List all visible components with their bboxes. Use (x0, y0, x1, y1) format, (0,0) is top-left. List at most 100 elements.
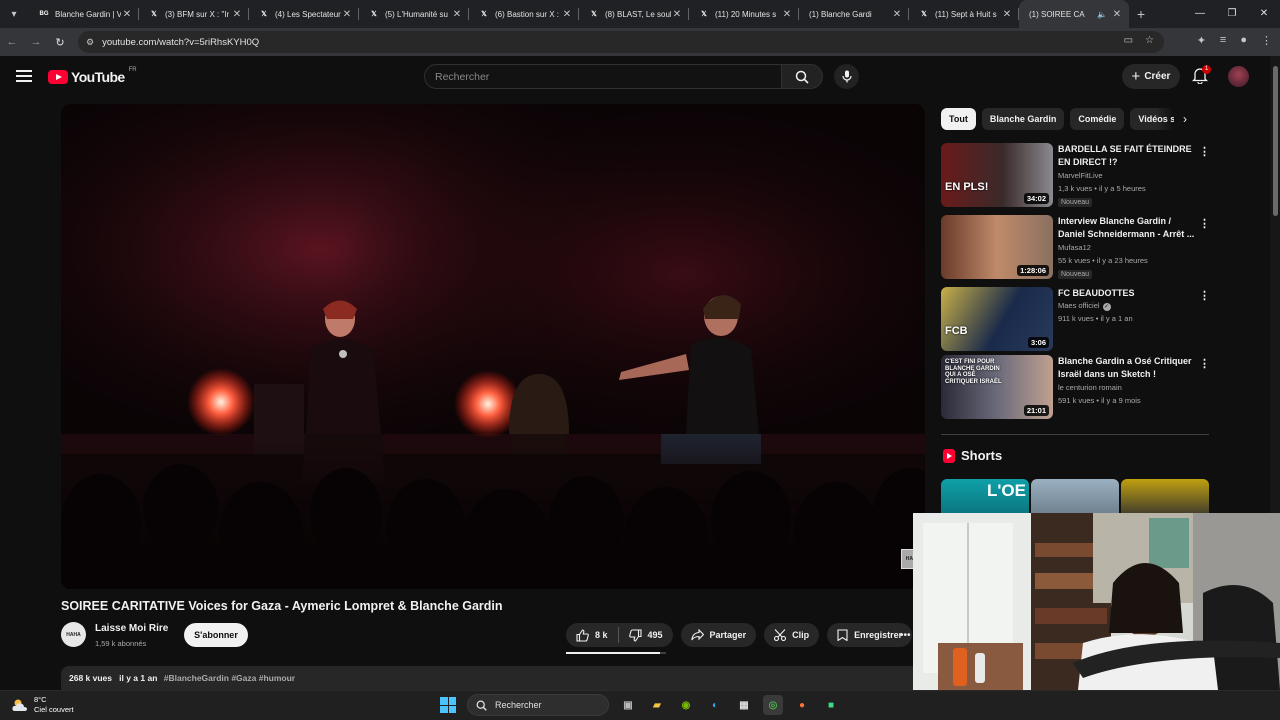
chips-next-arrow-icon[interactable]: › (1183, 112, 1187, 126)
upload-age: il y a 1 an (119, 673, 158, 683)
browser-tab[interactable]: (1) Blanche Gardi ✕ (799, 0, 909, 28)
recommended-video[interactable]: EN PLS! 34:02 BARDELLA SE FAIT ÉTEINDRE EN… (941, 143, 1211, 207)
url-text[interactable]: youtube.com/watch?v=5riRhsKYH0Q (102, 37, 259, 48)
video-player[interactable]: HAHA (61, 104, 925, 589)
profile-icon[interactable]: ● (1240, 34, 1247, 47)
video-thumbnail[interactable]: 1:28:06 (941, 215, 1053, 279)
extensions-icon[interactable]: ✦ (1197, 34, 1206, 47)
dislike-count: 495 (647, 630, 663, 640)
close-tab-icon[interactable]: ✕ (1001, 9, 1013, 20)
new-tab-button[interactable]: + (1129, 6, 1153, 22)
hashtags[interactable]: #BlancheGardin #Gaza #humour (164, 673, 295, 683)
recommended-channel[interactable]: Maes officiel ✓ (1058, 301, 1111, 311)
recommended-video-title[interactable]: Blanche Gardin a Osé Critiquer Israël da… (1058, 355, 1198, 381)
file-explorer-icon[interactable]: ▰ (647, 695, 667, 715)
video-frame (61, 104, 925, 589)
browser-tab[interactable]: 𝕏 (11) 20 Minutes s ✕ (689, 0, 799, 28)
close-tab-icon[interactable]: ✕ (1111, 9, 1123, 20)
browser-tab[interactable]: BG Blanche Gardin | V ✕ (29, 0, 139, 28)
back-icon[interactable]: ← (0, 36, 24, 48)
close-tab-icon[interactable]: ✕ (561, 9, 573, 20)
microphone-icon (841, 70, 852, 83)
more-actions-icon[interactable]: ••• (900, 623, 914, 647)
store-icon[interactable]: ▦ (734, 695, 754, 715)
recommended-video[interactable]: FCB 3:06 FC BEAUDOTTES Maes officiel ✓ 911 k … (941, 287, 1211, 351)
more-options-icon[interactable]: ⋮ (1199, 217, 1210, 230)
recommended-video-title[interactable]: FC BEAUDOTTES (1058, 287, 1198, 300)
recommended-channel[interactable]: MarvelFitLive (1058, 171, 1103, 180)
browser-tab[interactable]: 𝕏 (4) Les Spectateur ✕ (249, 0, 359, 28)
close-tab-icon[interactable]: ✕ (451, 9, 463, 20)
recommended-video[interactable]: C'EST FINI POUR BLANCHE GARDIN QUI A OSÉ… (941, 355, 1211, 419)
close-tab-icon[interactable]: ✕ (891, 9, 903, 20)
chrome-icon[interactable]: ◎ (763, 695, 783, 715)
recommended-video[interactable]: 1:28:06 Interview Blanche Gardin / Daniel… (941, 215, 1211, 279)
recommended-channel[interactable]: Mufasa12 (1058, 243, 1091, 252)
youtube-logo[interactable]: YouTube FR (48, 67, 137, 85)
clip-button[interactable]: Clip (764, 623, 820, 647)
channel-avatar[interactable]: HAHA (61, 622, 86, 647)
bookmark-star-icon[interactable]: ☆ (1145, 35, 1154, 46)
notifications-button[interactable]: 1 (1191, 65, 1212, 85)
browser-tab[interactable]: 𝕏 (3) BFM sur X : "Ir ✕ (139, 0, 249, 28)
firefox-icon[interactable]: ● (792, 695, 812, 715)
reading-list-icon[interactable]: ≡ (1220, 34, 1226, 47)
filter-chip[interactable]: Blanche Gardin (981, 108, 1065, 130)
video-thumbnail[interactable]: FCB 3:06 (941, 287, 1053, 351)
recommended-channel[interactable]: le centurion romain (1058, 383, 1122, 392)
edge-icon[interactable]: ◐ (705, 695, 725, 715)
more-options-icon[interactable]: ⋮ (1199, 357, 1210, 370)
cast-icon[interactable]: ▭ (1124, 35, 1133, 46)
address-bar[interactable]: ⚙ youtube.com/watch?v=5riRhsKYH0Q ▭ ☆ (78, 31, 1164, 53)
filter-chip[interactable]: Tout (941, 108, 976, 130)
minimize-icon[interactable]: — (1184, 0, 1216, 28)
hamburger-menu-icon[interactable] (16, 70, 32, 82)
nvidia-icon[interactable]: ◉ (676, 695, 696, 715)
task-view-icon[interactable]: ▣ (618, 695, 638, 715)
tab-audio-icon[interactable]: 🔈 (1097, 10, 1107, 19)
account-avatar[interactable] (1228, 66, 1249, 87)
weather-widget[interactable]: 8°C Ciel couvert (12, 695, 74, 715)
like-button[interactable]: 8 k (566, 623, 618, 647)
app-icon[interactable]: ■ (821, 695, 841, 715)
browser-tab[interactable]: 𝕏 (11) Sept à Huit s ✕ (909, 0, 1019, 28)
browser-tab[interactable]: 𝕏 (6) Bastion sur X : ✕ (469, 0, 579, 28)
windows-start-icon[interactable] (438, 695, 458, 715)
taskbar-search[interactable]: Rechercher (467, 694, 609, 716)
video-thumbnail[interactable]: EN PLS! 34:02 (941, 143, 1053, 207)
video-thumbnail[interactable]: C'EST FINI POUR BLANCHE GARDIN QUI A OSÉ… (941, 355, 1053, 419)
close-tab-icon[interactable]: ✕ (121, 9, 133, 20)
restore-icon[interactable]: ❐ (1216, 0, 1248, 28)
site-info-icon[interactable]: ⚙ (86, 37, 94, 48)
channel-name[interactable]: Laisse Moi Rire (95, 623, 168, 634)
search-button[interactable] (781, 64, 823, 89)
filter-chip[interactable]: Comédie (1070, 108, 1125, 130)
more-options-icon[interactable]: ⋮ (1199, 289, 1210, 302)
subscribe-button[interactable]: S'abonner (184, 623, 248, 647)
share-button[interactable]: Partager (680, 623, 757, 647)
filter-chip[interactable]: Vidéos su (1130, 108, 1175, 130)
close-tab-icon[interactable]: ✕ (231, 9, 243, 20)
forward-icon[interactable]: → (24, 36, 48, 48)
scrollbar-thumb[interactable] (1273, 66, 1278, 216)
browser-tab[interactable]: 𝕏 (5) L'Humanité su ✕ (359, 0, 469, 28)
recommended-video-title[interactable]: BARDELLA SE FAIT ÉTEINDRE EN DIRECT !? (1058, 143, 1198, 169)
search-input[interactable] (435, 70, 781, 83)
browser-tab[interactable]: 𝕏 (8) BLAST, Le soul ✕ (579, 0, 689, 28)
create-button[interactable]: + Créer (1122, 64, 1180, 89)
more-options-icon[interactable]: ⋮ (1199, 145, 1210, 158)
tab-search-dropdown-icon[interactable]: ▾ (3, 3, 25, 25)
x-favicon-icon: 𝕏 (701, 11, 707, 18)
save-to-playlist-icon (837, 629, 848, 641)
close-tab-icon[interactable]: ✕ (781, 9, 793, 20)
search-box (424, 64, 782, 89)
close-window-icon[interactable]: ✕ (1248, 0, 1280, 28)
voice-search-button[interactable] (834, 64, 859, 89)
dislike-button[interactable]: 495 (619, 623, 673, 647)
close-tab-icon[interactable]: ✕ (671, 9, 683, 20)
browser-tab[interactable]: (1) SOIREE CA 🔈 ✕ (1019, 0, 1129, 28)
close-tab-icon[interactable]: ✕ (341, 9, 353, 20)
reload-icon[interactable]: ↻ (48, 36, 72, 49)
recommended-video-title[interactable]: Interview Blanche Gardin / Daniel Schnei… (1058, 215, 1198, 241)
browser-menu-icon[interactable]: ⋮ (1261, 34, 1272, 47)
